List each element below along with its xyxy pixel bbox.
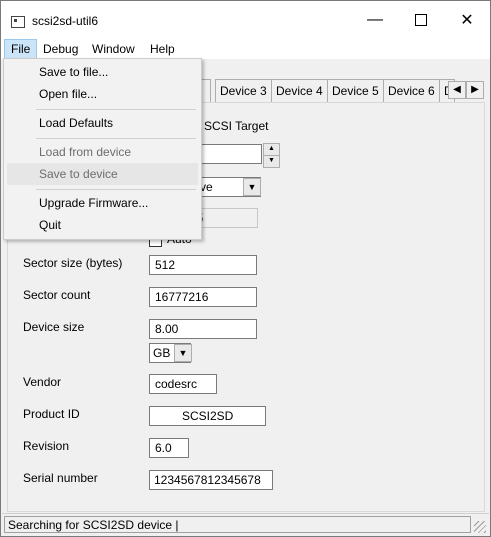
sector-count-label: Sector count	[23, 288, 91, 302]
product-id-label: Product ID	[23, 407, 80, 421]
tab-device-3[interactable]: Device 3	[215, 79, 272, 102]
vendor-input[interactable]: codesrc	[149, 374, 217, 394]
minimize-icon: —	[367, 11, 383, 28]
size-unit-value: GB	[153, 346, 171, 360]
tab-scroll-left-button[interactable]: ◀	[448, 81, 466, 99]
tab-device-4[interactable]: Device 4	[271, 79, 328, 102]
menu-save-to-file[interactable]: Save to file...	[39, 65, 108, 79]
serial-number-input[interactable]: 1234567812345678	[149, 470, 273, 490]
status-text: Searching for SCSI2SD device |	[4, 516, 471, 533]
scsi-id-input[interactable]	[196, 144, 262, 164]
arrow-right-icon: ▶	[471, 84, 479, 95]
menu-upgrade-firmware[interactable]: Upgrade Firmware...	[39, 196, 148, 210]
app-icon	[11, 16, 25, 28]
serial-number-label: Serial number	[23, 471, 98, 485]
main-window: scsi2sd-util6 — ✕ File Debug Window Help…	[0, 0, 491, 537]
device-size-input[interactable]: 8.00	[149, 319, 257, 339]
window-title: scsi2sd-util6	[32, 14, 99, 28]
enable-target-label: e SCSI Target	[194, 119, 269, 133]
status-bar: Searching for SCSI2SD device |	[2, 513, 489, 536]
title-bar[interactable]: scsi2sd-util6 — ✕	[1, 1, 490, 39]
menu-separator	[36, 189, 196, 190]
menu-file[interactable]: File	[4, 39, 38, 59]
menu-load-defaults[interactable]: Load Defaults	[39, 116, 113, 130]
vendor-label: Vendor	[23, 375, 62, 389]
sector-size-input[interactable]: 512	[149, 255, 257, 275]
resize-grip-icon[interactable]	[474, 521, 486, 533]
maximize-icon	[415, 14, 427, 26]
menu-help[interactable]: Help	[144, 39, 181, 59]
menu-debug[interactable]: Debug	[37, 39, 84, 59]
menu-open-file[interactable]: Open file...	[39, 87, 97, 101]
menu-load-from-device: Load from device	[39, 145, 132, 159]
spin-up-icon: ▲	[268, 145, 275, 152]
disabled-field: 5	[196, 208, 258, 228]
revision-label: Revision	[23, 439, 70, 453]
file-menu-dropdown: Save to file... Open file... Load Defaul…	[3, 58, 202, 240]
revision-input[interactable]: 6.0	[149, 438, 189, 458]
tab-scroll-right-button[interactable]: ▶	[466, 81, 484, 99]
size-unit-dropdown-button[interactable]: ▼	[174, 344, 192, 362]
menu-window[interactable]: Window	[86, 39, 141, 59]
chevron-down-icon: ▼	[247, 182, 257, 192]
device-size-label: Device size	[23, 320, 85, 334]
menu-quit[interactable]: Quit	[39, 218, 61, 232]
menu-save-to-device: Save to device	[39, 167, 118, 181]
sector-count-input[interactable]: 16777216	[149, 287, 257, 307]
menu-bar: File Debug Window Help	[1, 39, 490, 59]
menu-separator	[36, 138, 196, 139]
chevron-down-icon: ▼	[178, 348, 188, 358]
spin-down-icon: ▼	[268, 157, 275, 164]
minimize-button[interactable]: —	[352, 1, 398, 39]
scsi-id-spin-down[interactable]: ▼	[263, 155, 280, 168]
device-type-dropdown-button[interactable]: ▼	[243, 178, 261, 196]
maximize-button[interactable]	[398, 1, 444, 39]
close-icon: ✕	[460, 12, 474, 29]
tab-device-5[interactable]: Device 5	[327, 79, 384, 102]
menu-separator	[36, 109, 196, 110]
tab-device-6[interactable]: Device 6	[383, 79, 440, 102]
arrow-left-icon: ◀	[453, 84, 461, 95]
sector-size-label: Sector size (bytes)	[23, 256, 123, 270]
product-id-input[interactable]: SCSI2SD	[149, 406, 266, 426]
close-button[interactable]: ✕	[444, 1, 490, 39]
